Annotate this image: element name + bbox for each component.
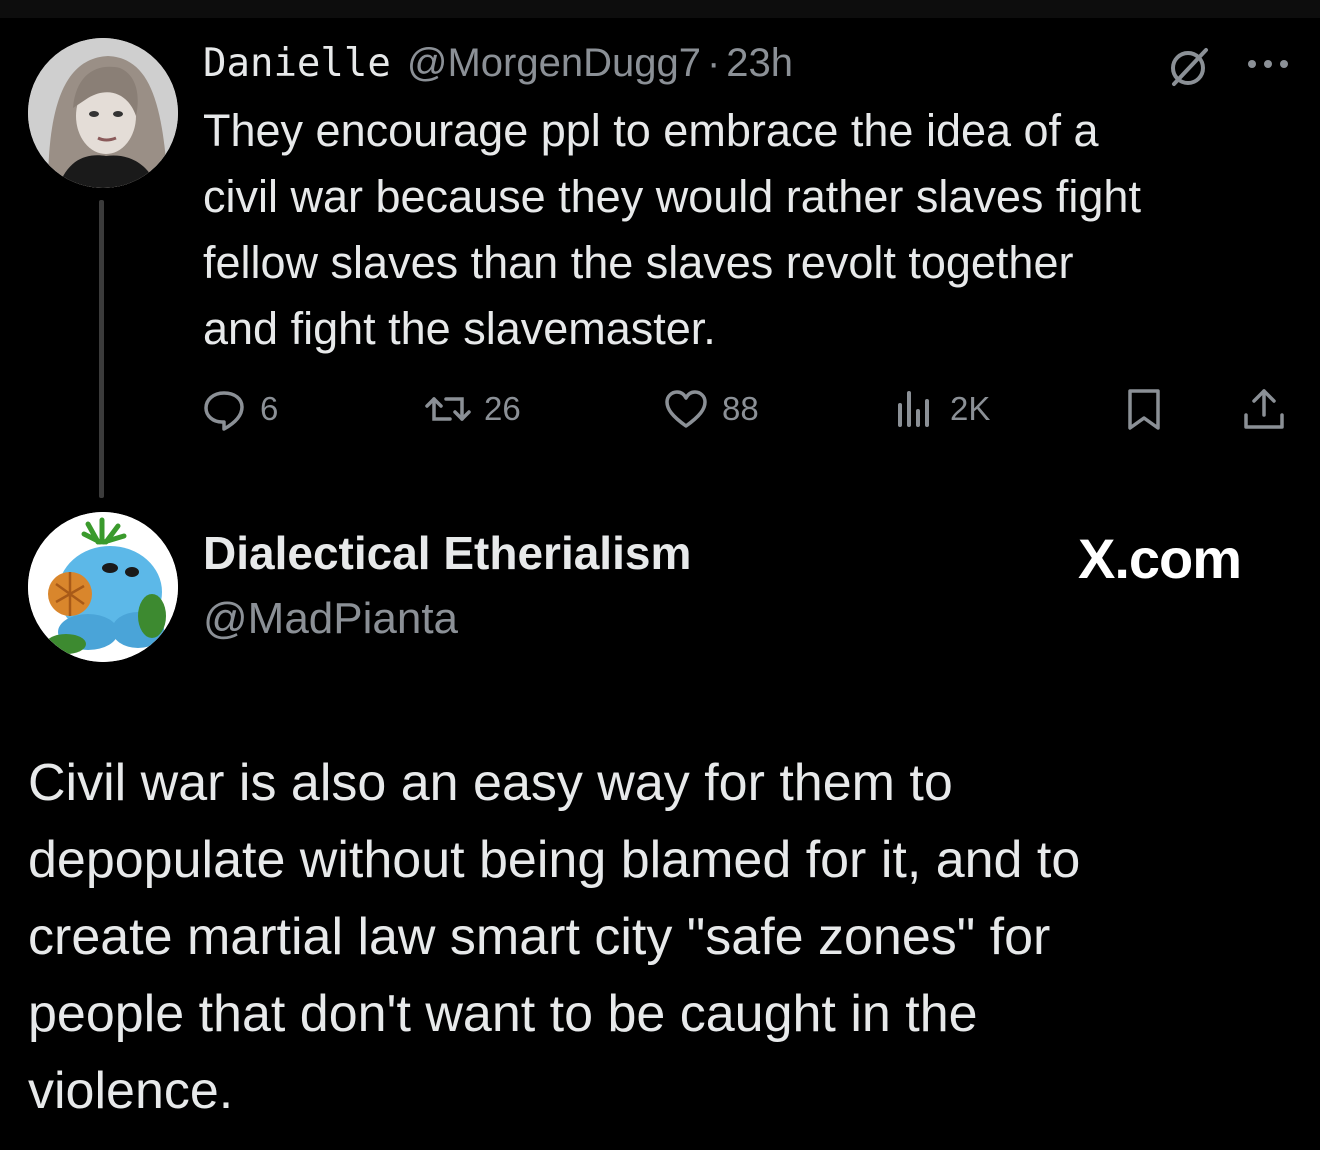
avatar-madpianta[interactable] <box>28 512 178 662</box>
like-icon <box>665 390 707 428</box>
tweet-text-line: fellow slaves than the slaves revolt tog… <box>203 237 1074 288</box>
tweet-actions-bar: 6 26 88 2K <box>0 384 1320 434</box>
reply-text-line: Civil war is also an easy way for them t… <box>28 754 953 812</box>
bookmark-button[interactable] <box>1120 384 1168 434</box>
avatar-danielle[interactable] <box>28 38 178 188</box>
tweet-text: They encourage ppl to embrace the idea o… <box>203 98 1293 362</box>
no-ai-icon[interactable] <box>1166 42 1214 90</box>
bookmark-icon <box>1128 389 1160 430</box>
author-display-name[interactable]: Dialectical Etherialism <box>203 526 691 580</box>
thread-connector-line <box>99 200 104 498</box>
reply-button[interactable]: 6 <box>200 384 278 434</box>
share-icon <box>1244 389 1284 429</box>
separator-dot: · <box>706 40 721 85</box>
status-strip <box>0 0 1320 18</box>
views-button[interactable]: 2K <box>890 384 990 434</box>
display-name[interactable]: Danielle <box>203 41 391 86</box>
reply-icon <box>204 391 244 431</box>
xcom-brand-logo: X.com <box>1078 527 1242 590</box>
views-count: 2K <box>950 390 991 427</box>
timestamp[interactable]: 23h <box>726 41 793 86</box>
repost-button[interactable]: 26 <box>424 384 521 434</box>
tweet-text-line: They encourage ppl to embrace the idea o… <box>203 105 1099 156</box>
tweet-text-line: civil war because they would rather slav… <box>203 171 1141 222</box>
repost-icon <box>425 397 471 421</box>
pianta-avatar-image <box>28 512 178 662</box>
avatar-photo <box>28 38 178 188</box>
tweet-text-line: and fight the slavemaster. <box>203 303 716 354</box>
repost-count: 26 <box>484 390 521 427</box>
like-button[interactable]: 88 <box>662 384 759 434</box>
reply-text-line: people that don't want to be caught in t… <box>28 985 978 1043</box>
more-icon[interactable] <box>1244 52 1292 76</box>
reply-text-line: depopulate without being blamed for it, … <box>28 831 1081 889</box>
views-icon <box>898 391 929 427</box>
tweet-header: Danielle @MorgenDugg7 · 23h <box>203 36 793 90</box>
author-handle[interactable]: @MadPianta <box>203 594 458 644</box>
user-handle[interactable]: @MorgenDugg7 <box>407 41 701 86</box>
like-count: 88 <box>722 390 759 427</box>
share-button[interactable] <box>1240 384 1288 434</box>
reply-count: 6 <box>260 390 279 427</box>
reply-text-line: violence. <box>28 1062 234 1120</box>
reply-text-line: create martial law smart city "safe zone… <box>28 908 1051 966</box>
reply-text: Civil war is also an easy way for them t… <box>28 745 1298 1130</box>
